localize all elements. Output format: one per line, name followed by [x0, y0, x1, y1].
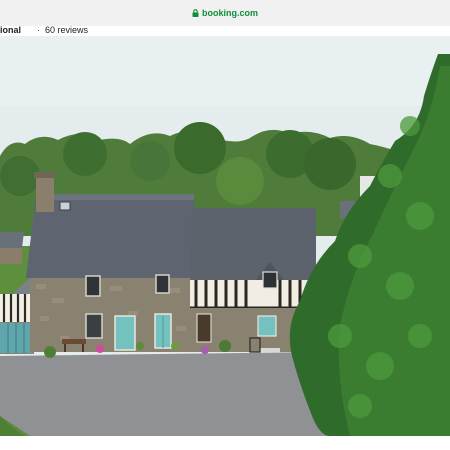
bottom-bar — [0, 436, 450, 450]
listing-header: ional · 60 reviews — [0, 25, 450, 36]
photo-image — [0, 36, 450, 436]
browser-viewport: booking.com ional · 60 reviews — [0, 0, 450, 450]
lock-icon — [192, 9, 199, 17]
url-text: booking.com — [202, 8, 258, 18]
review-count-label: 60 reviews — [45, 25, 89, 35]
review-count[interactable]: · 60 reviews — [37, 25, 88, 35]
property-name-fragment: ional — [0, 25, 22, 35]
separator: · — [37, 25, 40, 35]
address-bar[interactable]: booking.com — [0, 0, 450, 27]
property-photo[interactable] — [0, 36, 450, 436]
url-display[interactable]: booking.com — [192, 8, 258, 18]
